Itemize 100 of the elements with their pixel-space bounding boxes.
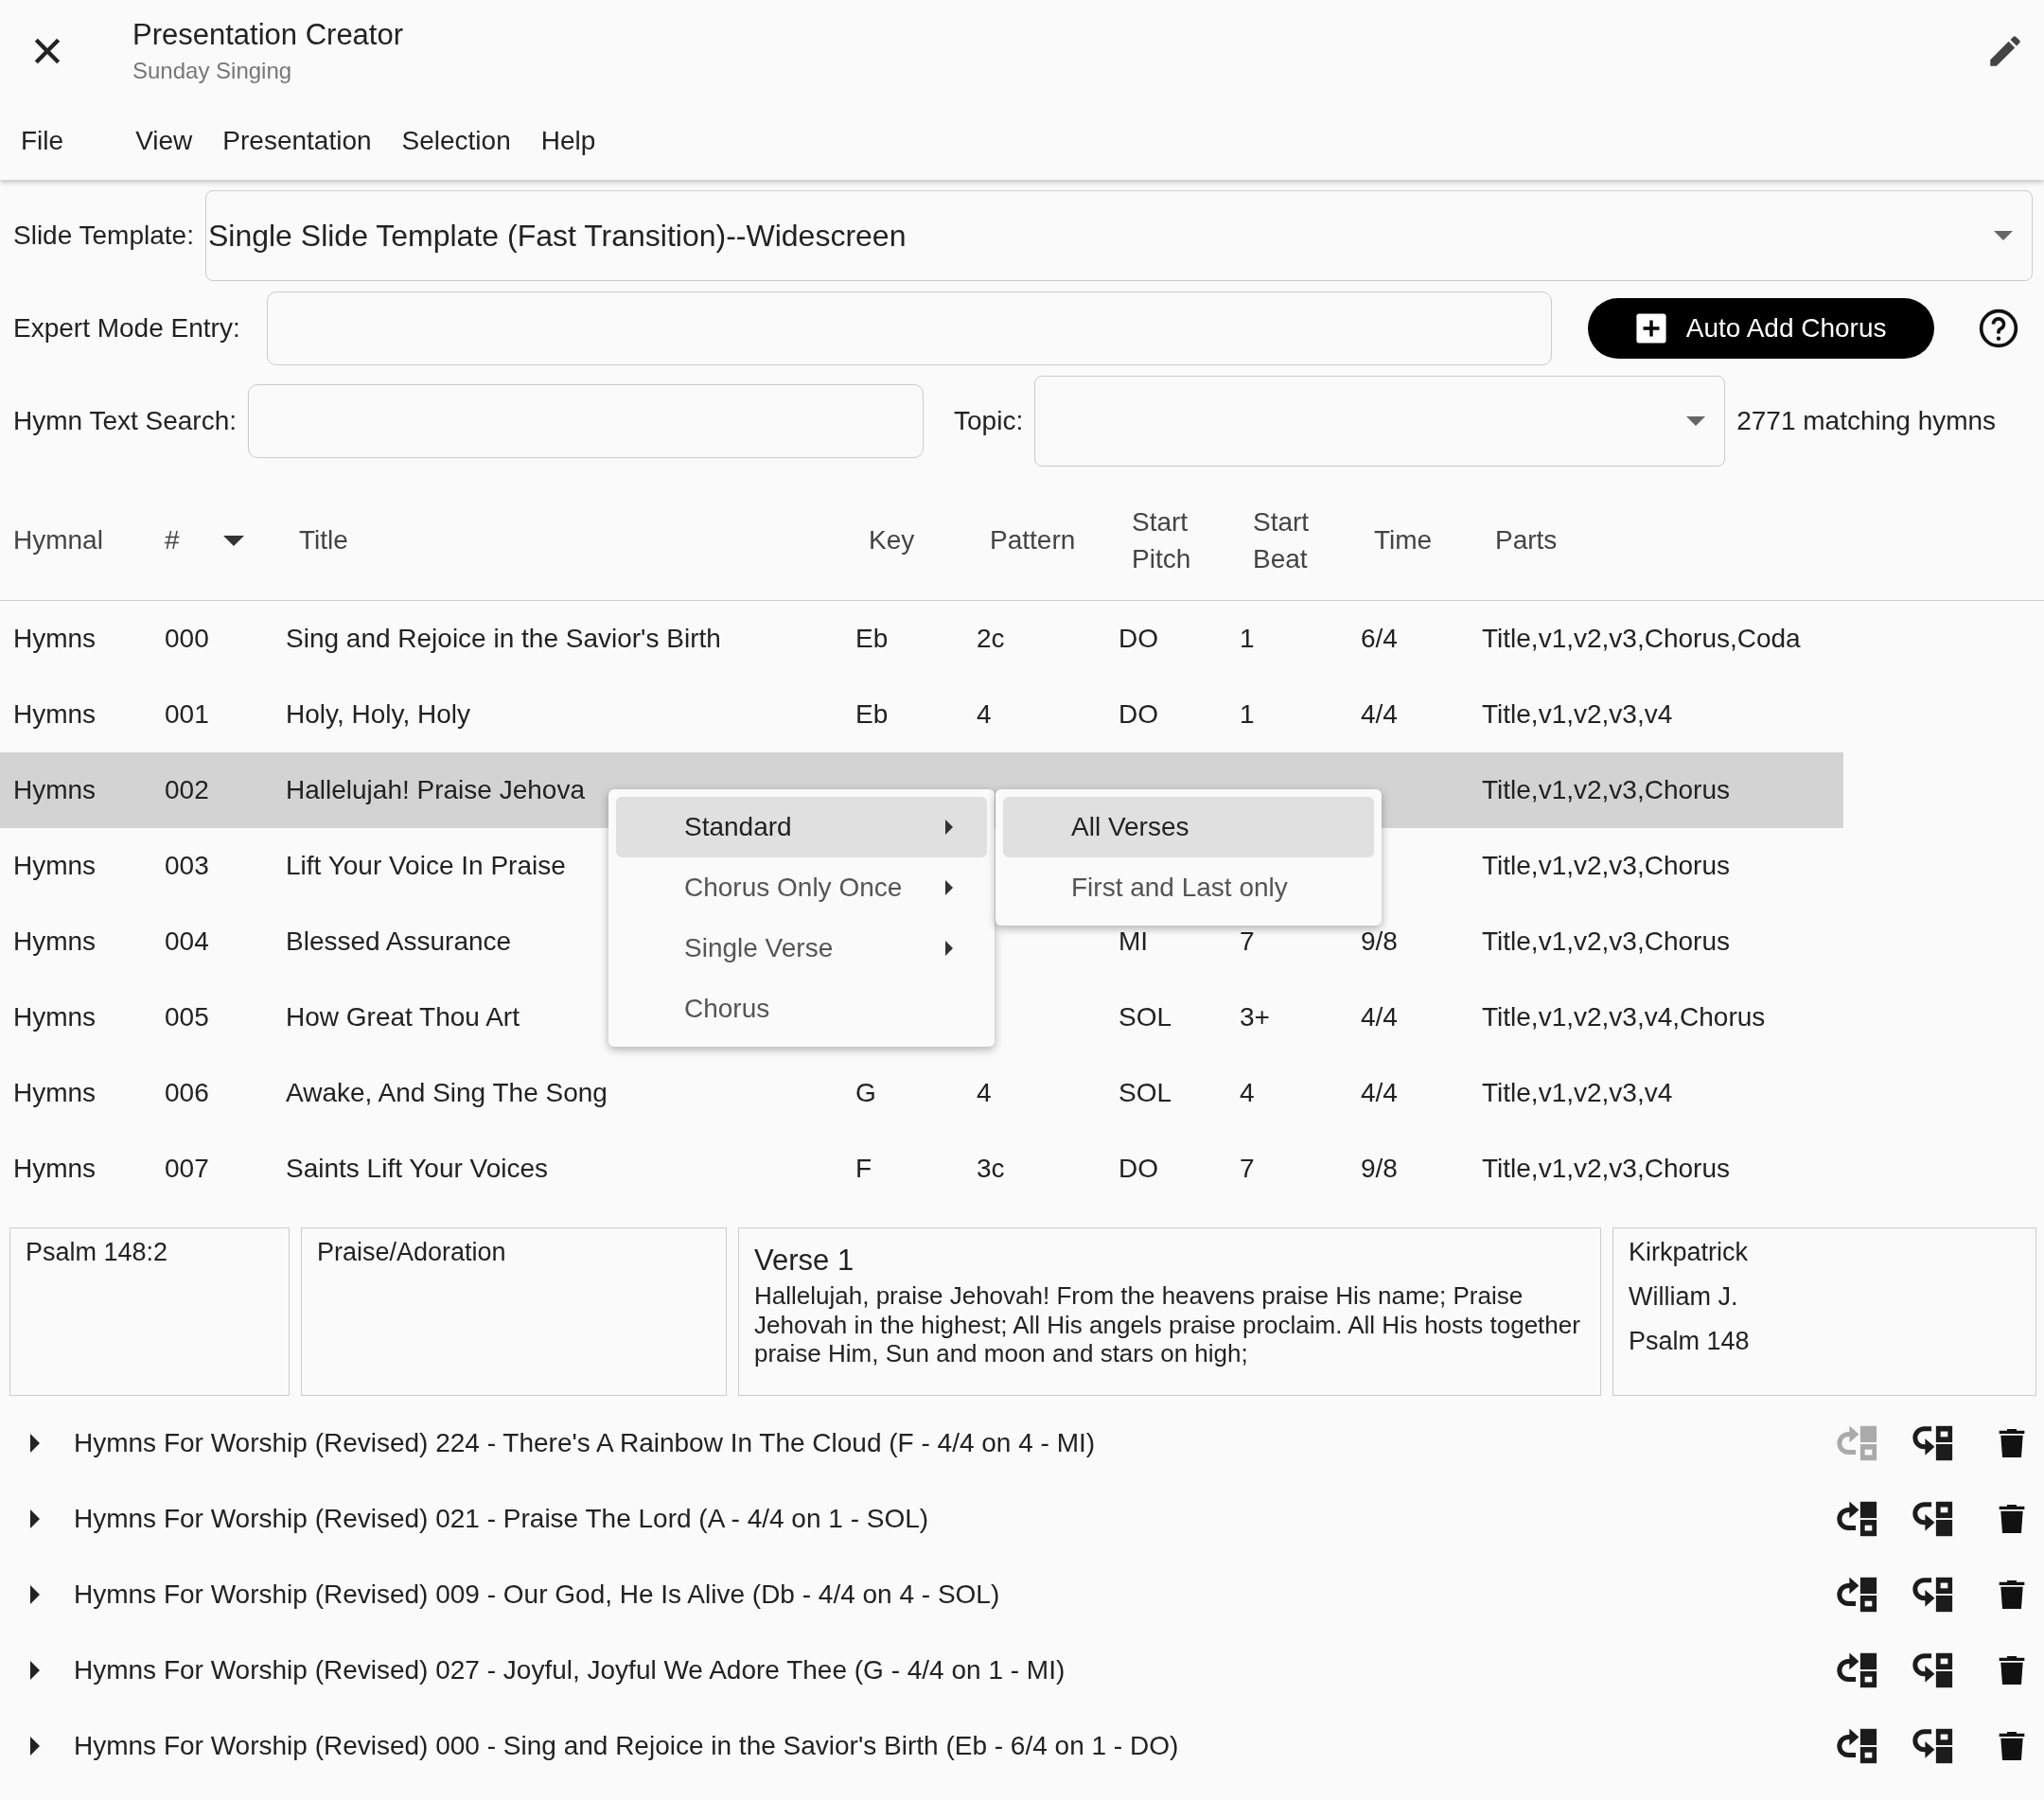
title-cell: Hallelujah! Praise Jehova bbox=[286, 775, 585, 804]
time-cell: 6/4 bbox=[1361, 624, 1398, 653]
menu-item[interactable]: Help bbox=[525, 126, 611, 156]
window-subtitle: Sunday Singing bbox=[132, 58, 293, 84]
parts-cell: Title,v1,v2,v3,v4 bbox=[1482, 699, 1673, 729]
pitch-cell: MI bbox=[1119, 926, 1149, 956]
time-cell: 4/4 bbox=[1361, 1078, 1398, 1107]
number-cell: 004 bbox=[165, 926, 209, 956]
hymnal-cell[interactable]: Hymns bbox=[13, 1002, 97, 1032]
field-label: Expert Mode Entry: bbox=[13, 313, 240, 344]
field-label: Hymn Text Search: bbox=[13, 406, 238, 436]
parts-cell: Title,v1,v2,v3,Chorus bbox=[1482, 926, 1730, 956]
beat-cell: 3+ bbox=[1240, 1002, 1270, 1032]
time-cell: 9/8 bbox=[1361, 1154, 1398, 1183]
number-cell: 002 bbox=[165, 775, 209, 804]
menu-item[interactable]: File bbox=[0, 126, 121, 156]
presentation-item[interactable]: Hymns For Worship (Revised) 021 - Praise The Lord (A - 4/4 on 1 - SOL) bbox=[74, 1504, 1804, 1534]
number-cell: 005 bbox=[165, 1002, 209, 1032]
column-header[interactable]: Parts bbox=[1482, 521, 1993, 559]
menu-item[interactable]: Standard bbox=[616, 797, 987, 857]
expand-icon[interactable] bbox=[30, 1509, 40, 1528]
time-cell: 9/8 bbox=[1361, 926, 1398, 956]
number-cell: 007 bbox=[165, 1154, 209, 1183]
credit-text: Psalm 148 bbox=[1629, 1327, 1751, 1356]
hymnal-cell[interactable]: Hymns bbox=[13, 699, 97, 729]
presentation-item[interactable]: Hymns For Worship (Revised) 009 - Our God, He Is Alive (Db - 4/4 on 4 - SOL) bbox=[74, 1579, 1804, 1610]
time-cell: 4/4 bbox=[1361, 1002, 1398, 1032]
title-cell: Sing and Rejoice in the Savior's Birth bbox=[286, 624, 721, 653]
submenu-caret-icon bbox=[945, 820, 953, 835]
hymnal-cell[interactable]: Hymns bbox=[13, 1154, 97, 1183]
title-cell: Lift Your Voice In Praise bbox=[286, 851, 566, 880]
column-header[interactable]: Hymnal bbox=[0, 521, 151, 559]
number-cell: 001 bbox=[165, 699, 209, 729]
sort-caret-icon[interactable] bbox=[223, 536, 244, 546]
verse-text: Hallelujah, praise Jehovah! From the heavens praise His name; Praise Jehovah in the highest; All His angels praise proclaim. All His hosts together praise Him, Sun and moon and stars on high; bbox=[754, 1281, 1581, 1368]
hymnal-cell[interactable]: Hymns bbox=[13, 775, 97, 804]
parts-cell: Title,v1,v2,v3,Chorus bbox=[1482, 775, 1730, 804]
submenu-caret-icon bbox=[945, 880, 953, 895]
template-select[interactable]: Single Slide Template (Fast Transition)--Widescreen bbox=[204, 190, 2033, 281]
column-header[interactable]: Time bbox=[1361, 521, 1482, 559]
pattern-cell: 4 bbox=[977, 699, 992, 729]
hymnal-cell[interactable]: Hymns bbox=[13, 851, 97, 880]
help-icon[interactable] bbox=[1977, 308, 2019, 349]
number-cell: 000 bbox=[165, 624, 209, 653]
search-input-field[interactable] bbox=[248, 384, 925, 458]
window-title: Presentation Creator bbox=[132, 18, 405, 52]
hymnal-cell[interactable]: Hymns bbox=[13, 926, 97, 956]
menu-item[interactable]: View bbox=[120, 126, 208, 156]
menu-item[interactable]: Selection bbox=[386, 126, 526, 156]
menu-item[interactable]: Chorus bbox=[616, 979, 987, 1039]
pattern-cell: 4 bbox=[977, 1078, 992, 1107]
title-cell: Awake, And Sing The Song bbox=[286, 1078, 608, 1107]
column-header[interactable]: Key bbox=[855, 521, 977, 559]
presentation-item[interactable]: Hymns For Worship (Revised) 027 - Joyful, Joyful We Adore Thee (G - 4/4 on 1 - MI) bbox=[74, 1655, 1804, 1685]
menu-item[interactable]: All Verses bbox=[1003, 797, 1374, 857]
parts-cell: Title,v1,v2,v3,v4,Chorus bbox=[1482, 1002, 1766, 1032]
key-cell: F bbox=[855, 1154, 872, 1183]
column-header[interactable]: Start Beat bbox=[1240, 503, 1361, 578]
dropdown-caret-icon bbox=[1686, 416, 1706, 426]
menu-item[interactable]: Single Verse bbox=[616, 918, 987, 979]
column-header[interactable]: # bbox=[151, 521, 286, 559]
beat-cell: 7 bbox=[1240, 926, 1255, 956]
presentation-item[interactable]: Hymns For Worship (Revised) 224 - There's A Rainbow In The Cloud (F - 4/4 on 4 - MI) bbox=[74, 1428, 1804, 1458]
column-header[interactable]: Pattern bbox=[977, 521, 1119, 559]
menu-item[interactable]: Presentation bbox=[207, 126, 387, 156]
verse-title: Verse 1 bbox=[754, 1244, 855, 1278]
expand-icon[interactable] bbox=[30, 1661, 40, 1680]
expert-input-field[interactable] bbox=[266, 291, 1552, 365]
pitch-cell: DO bbox=[1119, 1154, 1158, 1183]
credit-text: Kirkpatrick bbox=[1629, 1238, 1750, 1267]
number-cell: 006 bbox=[165, 1078, 209, 1107]
key-cell: Eb bbox=[855, 624, 889, 653]
presentation-item[interactable]: Hymns For Worship (Revised) 000 - Sing and Rejoice in the Savior's Birth (Eb - 6/4 on 1 - DO) bbox=[74, 1731, 1804, 1761]
expand-icon[interactable] bbox=[30, 1434, 40, 1453]
column-header[interactable]: Start Pitch bbox=[1119, 503, 1240, 578]
menu-item[interactable]: Chorus Only Once bbox=[616, 857, 987, 918]
title-cell: Holy, Holy, Holy bbox=[286, 699, 470, 729]
submenu-caret-icon bbox=[945, 941, 953, 956]
field-label: Topic: bbox=[954, 406, 1024, 436]
column-header[interactable]: Title bbox=[286, 521, 855, 559]
pitch-cell: DO bbox=[1119, 699, 1158, 729]
beat-cell: 4 bbox=[1240, 1078, 1255, 1107]
pattern-cell: 3c bbox=[977, 1154, 1005, 1183]
credit-text: William J. bbox=[1629, 1282, 1739, 1312]
expand-icon[interactable] bbox=[30, 1737, 40, 1756]
hymnal-cell[interactable]: Hymns bbox=[13, 1078, 97, 1107]
beat-cell: 1 bbox=[1240, 699, 1255, 729]
menu-item[interactable]: First and Last only bbox=[1003, 857, 1374, 918]
hymnal-cell[interactable]: Hymns bbox=[13, 624, 97, 653]
key-cell: G bbox=[855, 1078, 876, 1107]
pitch-cell: SOL bbox=[1119, 1002, 1172, 1032]
title-cell: Saints Lift Your Voices bbox=[286, 1154, 549, 1183]
pitch-cell: SOL bbox=[1119, 1078, 1172, 1107]
auto-add-chorus-button[interactable]: Auto Add Chorus bbox=[1587, 298, 1934, 359]
beat-cell: 7 bbox=[1240, 1154, 1255, 1183]
plus-icon bbox=[1634, 312, 1667, 344]
number-cell: 003 bbox=[165, 851, 209, 880]
pitch-cell: DO bbox=[1119, 624, 1158, 653]
expand-icon[interactable] bbox=[30, 1585, 40, 1604]
parts-cell: Title,v1,v2,v3,Chorus bbox=[1482, 1154, 1730, 1183]
